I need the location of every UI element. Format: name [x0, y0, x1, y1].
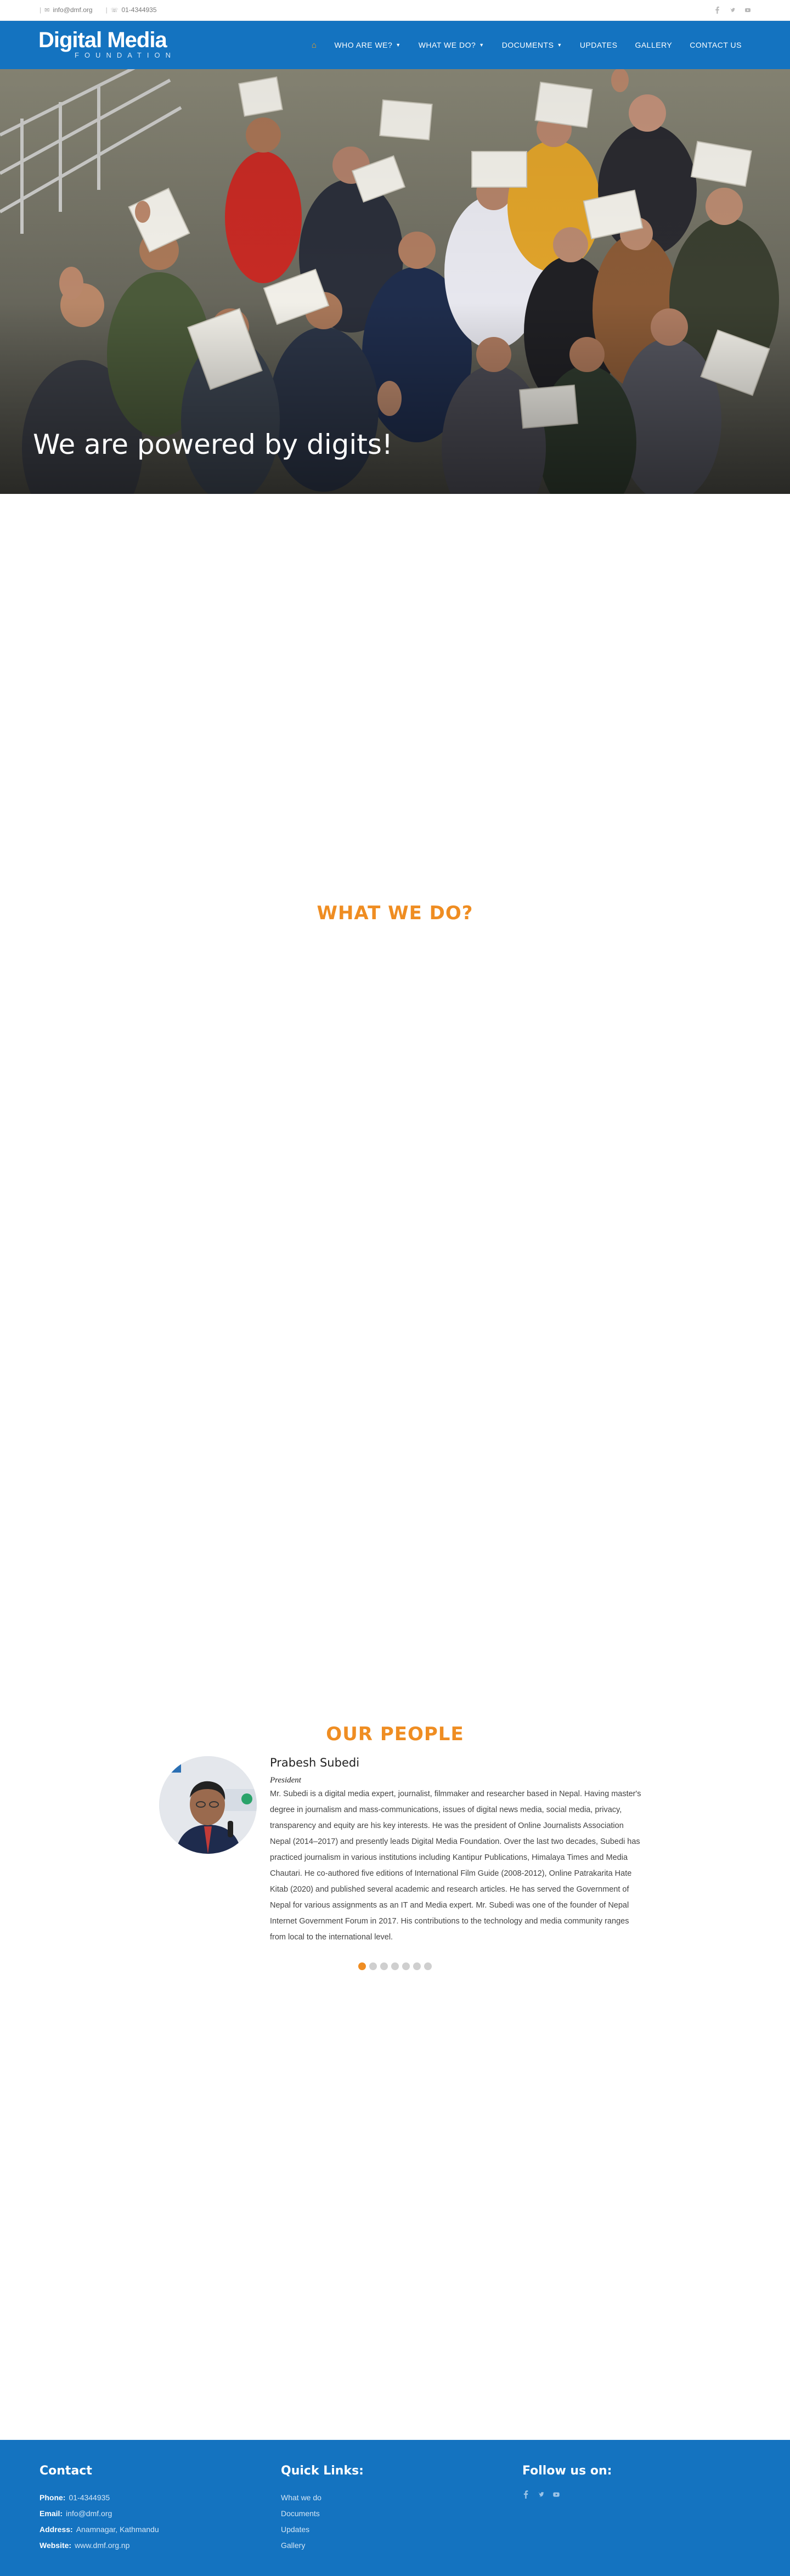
phone-icon: ☏ [110, 7, 119, 14]
footer-contact-title: Contact [40, 2464, 92, 2478]
footer-website-value[interactable]: www.dmf.org.np [75, 2541, 129, 2550]
footer-quick-links: Quick Links: What we do Documents Update… [281, 2464, 364, 2553]
hero-tagline: We are powered by digits! [33, 429, 393, 460]
nav-label: WHO ARE WE? [334, 41, 393, 49]
avatar [159, 1756, 257, 1854]
footer-address: Address: Anamnagar, Kathmandu [40, 2522, 159, 2538]
top-info-bar: | ✉ info@dmf.org | ☏ 01-4344935 [0, 0, 790, 21]
main-nav: ⌂ WHO ARE WE? ▼ WHAT WE DO? ▼ DOCUMENTS … [303, 21, 751, 69]
divider: | [105, 6, 108, 14]
logo-main-text: Digital Media [38, 28, 167, 52]
footer-follow-title: Follow us on: [522, 2464, 612, 2478]
carousel-dot[interactable] [380, 1962, 388, 1970]
footer-phone: Phone: 01-4344935 [40, 2490, 159, 2506]
footer-link-gallery[interactable]: Gallery [281, 2538, 364, 2553]
nav-updates[interactable]: UPDATES [571, 21, 627, 69]
person-details: Prabesh Subedi President Mr. Subedi is a… [270, 1756, 643, 1945]
footer-social-links [522, 2490, 612, 2499]
caret-down-icon: ▼ [557, 42, 562, 48]
nav-label: UPDATES [579, 41, 618, 49]
footer-website-label: Website: [40, 2541, 72, 2550]
nav-what-we-do[interactable]: WHAT WE DO? ▼ [410, 21, 493, 69]
footer-phone-label: Phone: [40, 2493, 66, 2502]
main-header: Digital Media FOUNDATION ⌂ WHO ARE WE? ▼… [0, 21, 790, 69]
nav-label: GALLERY [635, 41, 673, 49]
carousel-dot[interactable] [424, 1962, 432, 1970]
top-email-text[interactable]: info@dmf.org [53, 6, 92, 14]
hero-banner: We are powered by digits! [0, 69, 790, 494]
site-footer: Contact Phone: 01-4344935 Email: info@dmf.… [0, 2440, 790, 2576]
home-icon: ⌂ [311, 40, 317, 50]
person-name: Prabesh Subedi [270, 1756, 360, 1769]
person-bio: Mr. Subedi is a digital media expert, jo… [270, 1790, 641, 1942]
nav-label: WHAT WE DO? [418, 41, 476, 49]
nav-gallery[interactable]: GALLERY [626, 21, 681, 69]
footer-email-label: Email: [40, 2509, 63, 2518]
footer-email-value[interactable]: info@dmf.org [66, 2509, 112, 2518]
carousel-dot[interactable] [413, 1962, 421, 1970]
nav-label: CONTACT US [690, 41, 742, 49]
footer-link-documents[interactable]: Documents [281, 2506, 364, 2522]
person-photo [159, 1756, 257, 1854]
person-role: President [270, 1776, 301, 1785]
footer-contact: Contact Phone: 01-4344935 Email: info@dmf.… [40, 2464, 159, 2553]
divider: | [40, 6, 42, 14]
top-social-links [714, 6, 751, 14]
carousel-dot[interactable] [369, 1962, 377, 1970]
footer-link-what-we-do[interactable]: What we do [281, 2490, 364, 2506]
nav-who-are-we[interactable]: WHO ARE WE? ▼ [325, 21, 409, 69]
carousel-dots [0, 1962, 790, 1970]
footer-address-value: Anamnagar, Kathmandu [76, 2525, 159, 2534]
top-contact-info: | ✉ info@dmf.org | ☏ 01-4344935 [40, 6, 157, 14]
footer-follow: Follow us on: [522, 2464, 612, 2499]
carousel-dot[interactable] [391, 1962, 399, 1970]
top-phone: | ☏ 01-4344935 [106, 6, 157, 14]
top-phone-text: 01-4344935 [121, 6, 157, 14]
facebook-icon[interactable] [522, 2490, 529, 2499]
facebook-icon[interactable] [714, 6, 720, 14]
nav-documents[interactable]: DOCUMENTS ▼ [493, 21, 571, 69]
nav-home[interactable]: ⌂ [303, 21, 326, 69]
envelope-icon: ✉ [44, 7, 50, 14]
our-people-title: OUR PEOPLE [326, 1723, 464, 1745]
nav-label: DOCUMENTS [501, 41, 554, 49]
twitter-icon[interactable] [730, 6, 735, 14]
footer-link-updates[interactable]: Updates [281, 2522, 364, 2538]
top-email[interactable]: | ✉ info@dmf.org [40, 6, 93, 14]
nav-contact-us[interactable]: CONTACT US [681, 21, 751, 69]
youtube-icon[interactable] [745, 6, 751, 14]
youtube-icon[interactable] [553, 2490, 560, 2499]
carousel-dot[interactable] [358, 1962, 366, 1970]
what-we-do-title: WHAT WE DO? [317, 902, 473, 924]
footer-website: Website: www.dmf.org.np [40, 2538, 159, 2553]
twitter-icon[interactable] [538, 2490, 544, 2499]
footer-email: Email: info@dmf.org [40, 2506, 159, 2522]
site-logo[interactable]: Digital Media FOUNDATION [38, 29, 187, 61]
footer-address-label: Address: [40, 2525, 73, 2534]
carousel-dot[interactable] [402, 1962, 410, 1970]
footer-links-title: Quick Links: [281, 2464, 364, 2478]
caret-down-icon: ▼ [396, 42, 401, 48]
footer-phone-value: 01-4344935 [69, 2493, 110, 2502]
caret-down-icon: ▼ [479, 42, 484, 48]
logo-sub-text: FOUNDATION [75, 51, 176, 59]
